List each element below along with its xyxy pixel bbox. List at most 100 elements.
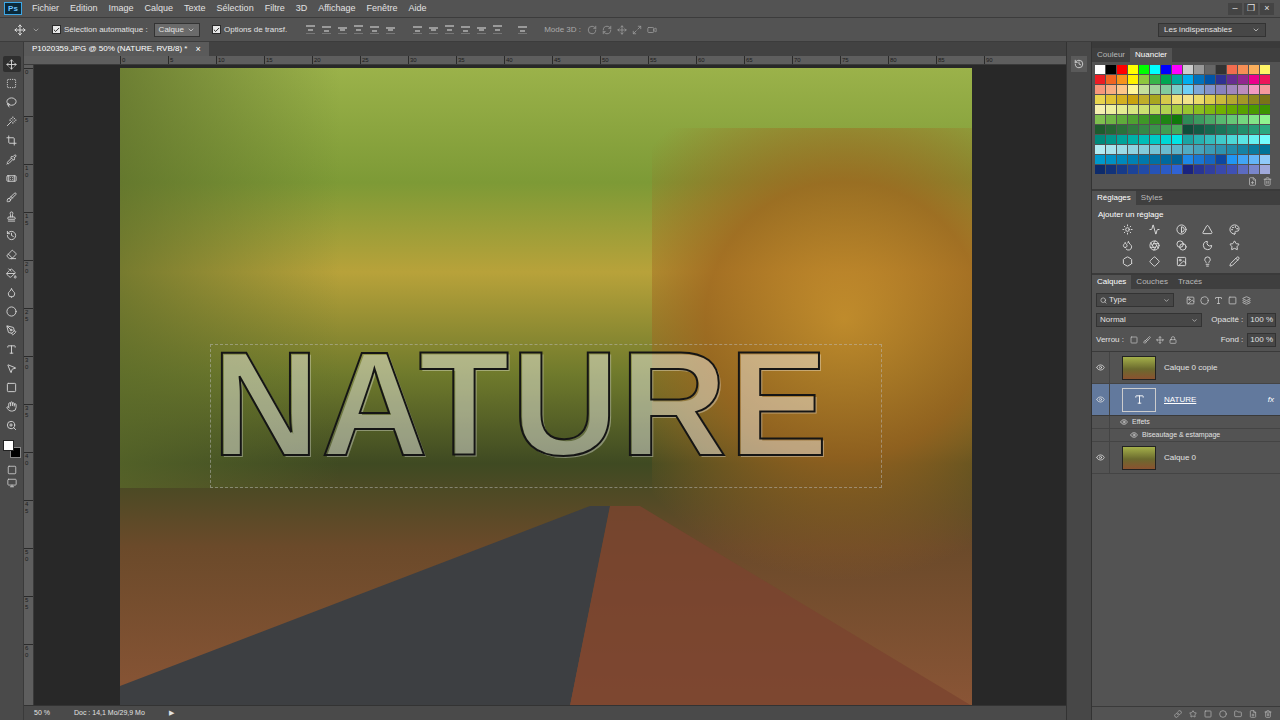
tool-button[interactable] bbox=[3, 113, 21, 129]
panel-tab[interactable]: Calques bbox=[1092, 275, 1131, 289]
swatch[interactable] bbox=[1128, 125, 1138, 134]
swatch[interactable] bbox=[1117, 95, 1127, 104]
swatch[interactable] bbox=[1161, 135, 1171, 144]
swatch[interactable] bbox=[1238, 75, 1248, 84]
tool-button[interactable] bbox=[3, 265, 21, 281]
swatch[interactable] bbox=[1095, 165, 1105, 174]
document-tab[interactable]: P1020359.JPG @ 50% (NATURE, RVB/8) *× bbox=[24, 42, 209, 56]
layer-fx-badge[interactable]: fx bbox=[1268, 394, 1274, 406]
swatch[interactable] bbox=[1205, 85, 1215, 94]
swatch[interactable] bbox=[1194, 115, 1204, 124]
swatch[interactable] bbox=[1194, 145, 1204, 154]
swatch[interactable] bbox=[1172, 145, 1182, 154]
tool-button[interactable] bbox=[3, 132, 21, 148]
panel-tab[interactable]: Couleur bbox=[1092, 48, 1130, 62]
align-icon[interactable] bbox=[517, 24, 528, 35]
swatch[interactable] bbox=[1216, 165, 1226, 174]
swatch[interactable] bbox=[1227, 115, 1237, 124]
filter-smart-icon[interactable] bbox=[1242, 296, 1251, 305]
tool-button[interactable] bbox=[3, 284, 21, 300]
swatch[interactable] bbox=[1205, 75, 1215, 84]
adjustment-icon[interactable] bbox=[1202, 256, 1213, 267]
swatch[interactable] bbox=[1172, 105, 1182, 114]
lock-transparency-icon[interactable] bbox=[1130, 336, 1138, 344]
swatch[interactable] bbox=[1106, 165, 1116, 174]
menu-item[interactable]: Aide bbox=[409, 4, 427, 13]
swatch[interactable] bbox=[1183, 115, 1193, 124]
swatch[interactable] bbox=[1117, 155, 1127, 164]
menu-item[interactable]: Fenêtre bbox=[367, 4, 398, 13]
quick-mask-icon[interactable] bbox=[7, 465, 17, 475]
swatch[interactable] bbox=[1227, 125, 1237, 134]
tool-button[interactable] bbox=[3, 360, 21, 376]
swatch[interactable] bbox=[1216, 95, 1226, 104]
swatch[interactable] bbox=[1205, 105, 1215, 114]
swatch[interactable] bbox=[1183, 155, 1193, 164]
align-icon[interactable] bbox=[321, 24, 332, 35]
link-layers-icon[interactable] bbox=[1174, 710, 1182, 718]
add-mask-icon[interactable] bbox=[1204, 710, 1212, 718]
layer-row[interactable]: NATUREfx bbox=[1092, 384, 1280, 416]
swatch[interactable] bbox=[1150, 135, 1160, 144]
swatch[interactable] bbox=[1238, 145, 1248, 154]
tool-button[interactable] bbox=[3, 94, 21, 110]
swatch[interactable] bbox=[1227, 85, 1237, 94]
swatch[interactable] bbox=[1139, 105, 1149, 114]
swatch[interactable] bbox=[1150, 75, 1160, 84]
fill-field[interactable]: 100 % bbox=[1247, 333, 1276, 347]
swatch[interactable] bbox=[1095, 115, 1105, 124]
swatch[interactable] bbox=[1172, 95, 1182, 104]
swatch[interactable] bbox=[1128, 65, 1138, 74]
swatch[interactable] bbox=[1238, 115, 1248, 124]
align-icon[interactable] bbox=[412, 24, 423, 35]
swatch[interactable] bbox=[1139, 165, 1149, 174]
filter-adjustment-icon[interactable] bbox=[1200, 296, 1209, 305]
swatch[interactable] bbox=[1205, 165, 1215, 174]
swatch[interactable] bbox=[1260, 115, 1270, 124]
swatch[interactable] bbox=[1117, 75, 1127, 84]
close-tab-button[interactable]: × bbox=[195, 45, 200, 54]
swatch[interactable] bbox=[1183, 95, 1193, 104]
swatch[interactable] bbox=[1260, 95, 1270, 104]
menu-item[interactable]: Fichier bbox=[32, 4, 59, 13]
swatch[interactable] bbox=[1183, 145, 1193, 154]
swatch[interactable] bbox=[1106, 65, 1116, 74]
swatch[interactable] bbox=[1205, 145, 1215, 154]
swatch[interactable] bbox=[1139, 115, 1149, 124]
swatch[interactable] bbox=[1106, 125, 1116, 134]
swatch[interactable] bbox=[1172, 65, 1182, 74]
menu-item[interactable]: Affichage bbox=[318, 4, 355, 13]
swatch[interactable] bbox=[1106, 75, 1116, 84]
swatch[interactable] bbox=[1205, 115, 1215, 124]
swatch[interactable] bbox=[1095, 105, 1105, 114]
visibility-eye-icon[interactable] bbox=[1130, 431, 1138, 439]
swatch[interactable] bbox=[1150, 165, 1160, 174]
swatch[interactable] bbox=[1227, 105, 1237, 114]
tool-button[interactable] bbox=[3, 208, 21, 224]
swatch[interactable] bbox=[1194, 165, 1204, 174]
swatch[interactable] bbox=[1238, 135, 1248, 144]
swatch[interactable] bbox=[1194, 85, 1204, 94]
menu-item[interactable]: Filtre bbox=[265, 4, 285, 13]
swatch[interactable] bbox=[1260, 145, 1270, 154]
adjustment-icon[interactable] bbox=[1149, 224, 1160, 235]
checkbox[interactable] bbox=[52, 25, 61, 34]
panel-tab[interactable]: Couches bbox=[1131, 275, 1173, 289]
swatch[interactable] bbox=[1117, 145, 1127, 154]
swatch[interactable] bbox=[1150, 105, 1160, 114]
auto-select-dropdown[interactable]: Calque bbox=[154, 23, 200, 37]
tool-button[interactable] bbox=[3, 189, 21, 205]
menu-item[interactable]: Sélection bbox=[217, 4, 254, 13]
menu-item[interactable]: Calque bbox=[145, 4, 174, 13]
panel-tab[interactable]: Réglages bbox=[1092, 191, 1136, 205]
panel-tab[interactable]: Nuancier bbox=[1130, 48, 1172, 62]
visibility-eye-icon[interactable] bbox=[1096, 395, 1105, 404]
tool-button[interactable] bbox=[3, 75, 21, 91]
tool-button[interactable] bbox=[3, 417, 21, 433]
adjustment-icon[interactable] bbox=[1176, 240, 1187, 251]
swatch[interactable] bbox=[1216, 65, 1226, 74]
swatch[interactable] bbox=[1238, 85, 1248, 94]
swatch[interactable] bbox=[1205, 155, 1215, 164]
swatch[interactable] bbox=[1150, 65, 1160, 74]
menu-item[interactable]: Image bbox=[109, 4, 134, 13]
